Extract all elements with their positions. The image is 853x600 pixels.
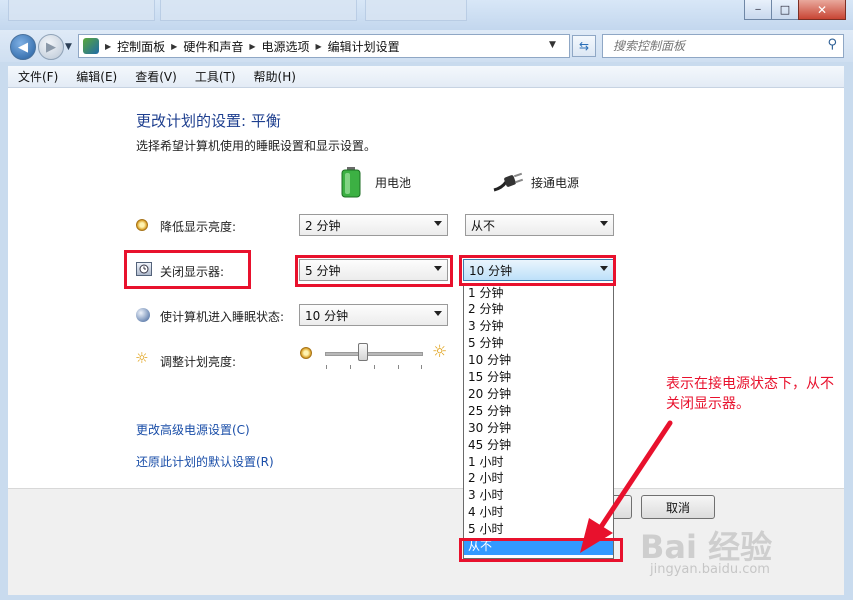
chevron-down-icon xyxy=(434,311,442,316)
dropdown-option[interactable]: 15 分钟 xyxy=(464,369,613,386)
display-timer-icon xyxy=(136,262,152,276)
control-panel-icon xyxy=(83,38,99,54)
background-tab[interactable] xyxy=(8,0,155,21)
page-title: 更改计划的设置: 平衡 xyxy=(136,112,281,130)
forward-arrow-icon: ▶ xyxy=(46,39,56,55)
annotation-text: 表示在接电源状态下，从不关闭显示器。 xyxy=(666,376,834,412)
dim-display-battery-select[interactable]: 2 分钟 xyxy=(299,214,448,236)
baidu-watermark-url: jingyan.baidu.com xyxy=(650,562,770,577)
sleep-battery-select[interactable]: 10 分钟 xyxy=(299,304,448,326)
brightness-slider-thumb[interactable] xyxy=(358,343,369,361)
battery-icon xyxy=(341,166,361,198)
menu-view[interactable]: 查看(V) xyxy=(135,68,177,85)
address-bar[interactable]: ▶ 控制面板 ▶ 硬件和声音 ▶ 电源选项 ▶ 编辑计划设置 xyxy=(78,34,570,58)
chevron-down-icon xyxy=(434,266,442,271)
background-tab[interactable] xyxy=(365,0,467,21)
menu-bar: 文件(F) 编辑(E) 查看(V) 工具(T) 帮助(H) xyxy=(8,66,844,88)
background-tab[interactable] xyxy=(160,0,357,21)
brightness-label: 调整计划亮度: xyxy=(160,355,237,369)
combo-value: 10 分钟 xyxy=(305,308,349,323)
breadcrumb-control-panel[interactable]: 控制面板 xyxy=(117,38,165,55)
dropdown-option[interactable]: 1 分钟 xyxy=(464,285,613,302)
dropdown-option[interactable]: 2 分钟 xyxy=(464,301,613,318)
brightness-high-icon: ☼ xyxy=(432,342,448,362)
recent-pages-dropdown[interactable]: ▼ xyxy=(65,42,72,52)
slider-tick xyxy=(398,365,399,369)
breadcrumb-separator-icon[interactable]: ▶ xyxy=(316,42,322,51)
minimize-icon: ‒ xyxy=(754,4,762,15)
minimize-button[interactable]: ‒ xyxy=(744,0,772,20)
combo-value: 10 分钟 xyxy=(469,263,513,278)
breadcrumb-separator-icon: ▶ xyxy=(105,41,112,51)
dropdown-option[interactable]: 3 分钟 xyxy=(464,318,613,335)
turn-off-display-label: 关闭显示器: xyxy=(160,265,225,279)
slider-tick xyxy=(421,365,422,369)
combo-value: 2 分钟 xyxy=(305,218,341,233)
menu-help[interactable]: 帮助(H) xyxy=(254,68,296,85)
address-history-dropdown[interactable]: ▼ xyxy=(549,40,556,50)
breadcrumb-edit-plan[interactable]: 编辑计划设置 xyxy=(328,38,400,55)
menu-file[interactable]: 文件(F) xyxy=(18,68,58,85)
power-plug-icon xyxy=(492,170,524,194)
menu-edit[interactable]: 编辑(E) xyxy=(76,68,117,85)
search-icon[interactable]: ⚲ xyxy=(827,37,837,52)
close-button[interactable]: ✕ xyxy=(798,0,846,20)
maximize-button[interactable]: □ xyxy=(771,0,799,20)
dim-brightness-icon xyxy=(136,219,148,231)
dropdown-option[interactable]: 10 分钟 xyxy=(464,352,613,369)
turn-off-display-battery-select[interactable]: 5 分钟 xyxy=(299,259,448,281)
back-arrow-icon: ◀ xyxy=(18,39,28,55)
dim-display-label: 降低显示亮度: xyxy=(160,220,237,234)
brightness-low-icon xyxy=(300,347,312,359)
page-subtitle: 选择希望计算机使用的睡眠设置和显示设置。 xyxy=(136,139,377,153)
refresh-button[interactable]: ⇆ xyxy=(572,35,596,57)
close-icon: ✕ xyxy=(816,2,828,17)
turn-off-display-plugged-select[interactable]: 10 分钟 xyxy=(463,259,614,281)
sleep-label: 使计算机进入睡眠状态: xyxy=(160,310,285,324)
combo-value: 从不 xyxy=(471,218,496,233)
search-box[interactable]: ⚲ xyxy=(602,34,844,58)
dropdown-option[interactable]: 5 分钟 xyxy=(464,335,613,352)
combo-value: 5 分钟 xyxy=(305,263,341,278)
sleep-moon-icon xyxy=(136,308,150,322)
chevron-down-icon xyxy=(434,221,442,226)
forward-button[interactable]: ▶ xyxy=(38,34,64,60)
chevron-down-icon xyxy=(600,221,608,226)
brightness-slider-track[interactable] xyxy=(325,352,423,356)
breadcrumb-separator-icon[interactable]: ▶ xyxy=(171,42,177,51)
column-header-battery: 用电池 xyxy=(375,176,412,190)
dropdown-option[interactable]: 20 分钟 xyxy=(464,386,613,403)
menu-tools[interactable]: 工具(T) xyxy=(195,68,236,85)
slider-tick xyxy=(326,365,327,369)
brightness-sun-icon: ☼ xyxy=(135,349,149,367)
dim-display-plugged-select[interactable]: 从不 xyxy=(465,214,614,236)
slider-tick xyxy=(350,365,351,369)
refresh-icon: ⇆ xyxy=(578,39,590,53)
slider-tick xyxy=(374,365,375,369)
column-header-plugged-in: 接通电源 xyxy=(531,176,580,190)
maximize-icon: □ xyxy=(779,3,791,16)
breadcrumb-hardware-sound[interactable]: 硬件和声音 xyxy=(183,38,243,55)
restore-defaults-link[interactable]: 还原此计划的默认设置(R) xyxy=(136,453,274,470)
chevron-down-icon xyxy=(600,266,608,271)
back-button[interactable]: ◀ xyxy=(10,34,36,60)
advanced-power-settings-link[interactable]: 更改高级电源设置(C) xyxy=(136,421,250,438)
search-input[interactable] xyxy=(611,35,815,57)
breadcrumb-separator-icon[interactable]: ▶ xyxy=(249,42,255,51)
breadcrumb-power-options[interactable]: 电源选项 xyxy=(262,38,310,55)
